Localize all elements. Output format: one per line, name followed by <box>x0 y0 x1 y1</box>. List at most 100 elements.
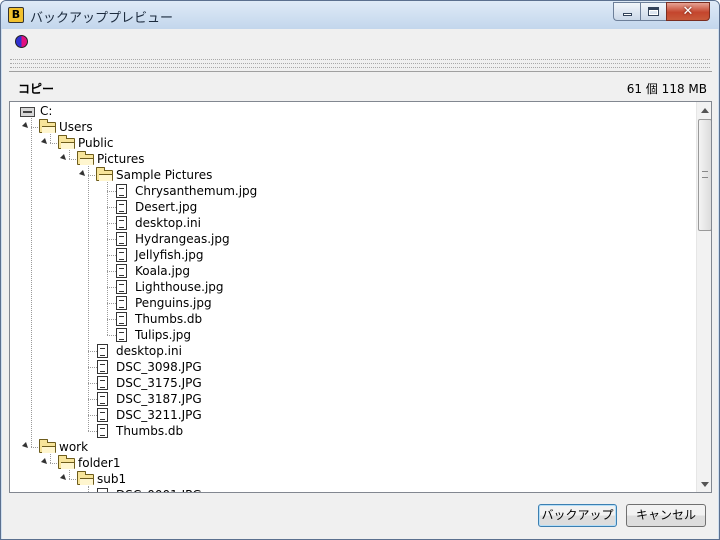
tree-folder-item[interactable]: C: <box>10 103 690 119</box>
document-icon <box>116 216 127 230</box>
tree-item-label: Hydrangeas.jpg <box>135 232 230 246</box>
document-icon <box>116 248 127 262</box>
tree-item-label: Public <box>78 136 114 150</box>
backup-button[interactable]: バックアップ <box>538 504 617 527</box>
cancel-button[interactable]: キャンセル <box>626 504 706 527</box>
document-icon <box>116 200 127 214</box>
tree-file-item[interactable]: desktop.ini <box>10 215 690 231</box>
document-icon <box>97 488 108 492</box>
tree-item-label: Penguins.jpg <box>135 296 212 310</box>
tree-folder-item[interactable]: work <box>10 439 690 455</box>
document-icon <box>97 424 108 438</box>
close-button[interactable]: ✕ <box>666 2 710 21</box>
tree-item-label: DSC_3098.JPG <box>116 360 202 374</box>
tree-item-label: Users <box>59 120 93 134</box>
folder-icon <box>58 455 75 469</box>
close-icon: ✕ <box>682 4 694 19</box>
backup-preview-window: B バックアッププレビュー ✕ コピー 61 個 118 MB C: Users P… <box>0 0 720 540</box>
document-icon <box>97 408 108 422</box>
folder-icon <box>96 167 113 181</box>
tree-file-item[interactable]: Thumbs.db <box>10 423 690 439</box>
tree-file-item[interactable]: DSC_3187.JPG <box>10 391 690 407</box>
folder-icon <box>77 151 94 165</box>
tree-file-item[interactable]: Desert.jpg <box>10 199 690 215</box>
drive-icon <box>20 107 35 117</box>
scroll-up-icon[interactable] <box>701 108 709 113</box>
tree-folder-item[interactable]: Users <box>10 119 690 135</box>
scroll-down-icon[interactable] <box>701 482 709 487</box>
file-tree-panel: C: Users Public Pictures Sample Pictures Chry… <box>9 101 712 493</box>
document-icon <box>97 376 108 390</box>
document-icon <box>116 264 127 278</box>
tree-file-item[interactable]: DSC_3211.JPG <box>10 407 690 423</box>
color-circle-icon[interactable] <box>15 35 28 48</box>
file-tree[interactable]: C: Users Public Pictures Sample Pictures Chry… <box>10 102 695 492</box>
tree-file-item[interactable]: Lighthouse.jpg <box>10 279 690 295</box>
collapse-triangle-icon[interactable] <box>59 153 69 163</box>
document-icon <box>97 360 108 374</box>
tree-file-item[interactable]: DSC_0001.JPG <box>10 487 690 492</box>
tree-file-item[interactable]: Chrysanthemum.jpg <box>10 183 690 199</box>
document-icon <box>97 344 108 358</box>
collapse-triangle-icon[interactable] <box>40 137 50 147</box>
tree-item-label: DSC_3187.JPG <box>116 392 202 406</box>
collapse-triangle-icon[interactable] <box>59 473 69 483</box>
tree-file-item[interactable]: DSC_3098.JPG <box>10 359 690 375</box>
document-icon <box>116 328 127 342</box>
collapse-triangle-icon[interactable] <box>10 105 12 115</box>
toolbar-grip <box>10 59 710 60</box>
tree-item-label: Pictures <box>97 152 145 166</box>
toolbar <box>2 29 718 55</box>
tree-item-label: work <box>59 440 89 454</box>
maximize-button[interactable] <box>640 2 666 21</box>
tree-file-item[interactable]: Hydrangeas.jpg <box>10 231 690 247</box>
minimize-icon <box>622 13 632 16</box>
toolbar-grip <box>10 67 710 68</box>
document-icon <box>97 392 108 406</box>
vertical-scrollbar[interactable] <box>696 102 711 492</box>
tree-item-label: folder1 <box>78 456 121 470</box>
tree-folder-item[interactable]: Sample Pictures <box>10 167 690 183</box>
tree-folder-item[interactable]: folder1 <box>10 455 690 471</box>
tree-item-label: Sample Pictures <box>116 168 213 182</box>
tree-folder-item[interactable]: Pictures <box>10 151 690 167</box>
client-area: コピー 61 個 118 MB C: Users Public Pictures Sam… <box>2 29 718 539</box>
tree-item-label: Chrysanthemum.jpg <box>135 184 258 198</box>
tree-file-item[interactable]: Jellyfish.jpg <box>10 247 690 263</box>
tree-item-label: Jellyfish.jpg <box>135 248 204 262</box>
tree-item-label: Desert.jpg <box>135 200 198 214</box>
collapse-triangle-icon[interactable] <box>21 121 31 131</box>
tree-file-item[interactable]: Koala.jpg <box>10 263 690 279</box>
document-icon <box>116 312 127 326</box>
tree-item-label: C: <box>40 104 53 118</box>
tree-item-label: Thumbs.db <box>135 312 203 326</box>
title-bar[interactable]: B バックアッププレビュー ✕ <box>1 1 719 29</box>
tree-item-label: Lighthouse.jpg <box>135 280 224 294</box>
document-icon <box>116 184 127 198</box>
tree-file-item[interactable]: desktop.ini <box>10 343 690 359</box>
collapse-triangle-icon[interactable] <box>21 441 31 451</box>
summary-stats: 61 個 118 MB <box>626 82 707 96</box>
tree-file-item[interactable]: Penguins.jpg <box>10 295 690 311</box>
folder-icon <box>39 439 56 453</box>
tree-file-item[interactable]: Thumbs.db <box>10 311 690 327</box>
tree-item-label: sub1 <box>97 472 127 486</box>
tree-folder-item[interactable]: Public <box>10 135 690 151</box>
tree-item-label: DSC_3211.JPG <box>116 408 202 422</box>
collapse-triangle-icon[interactable] <box>40 457 50 467</box>
document-icon <box>116 296 127 310</box>
tree-folder-item[interactable]: sub1 <box>10 471 690 487</box>
tree-file-item[interactable]: Tulips.jpg <box>10 327 690 343</box>
tree-item-label: Koala.jpg <box>135 264 191 278</box>
summary-header: コピー 61 個 118 MB <box>9 71 712 101</box>
toolbar-grip <box>10 63 710 64</box>
window-title: バックアッププレビュー <box>30 11 174 26</box>
tree-item-label: Tulips.jpg <box>135 328 192 342</box>
section-title: コピー <box>18 82 55 96</box>
tree-item-label: DSC_0001.JPG <box>116 487 202 492</box>
scrollbar-thumb[interactable] <box>698 119 711 231</box>
collapse-triangle-icon[interactable] <box>78 169 88 179</box>
minimize-button[interactable] <box>613 2 640 21</box>
tree-file-item[interactable]: DSC_3175.JPG <box>10 375 690 391</box>
tree-item-label: desktop.ini <box>135 216 201 230</box>
